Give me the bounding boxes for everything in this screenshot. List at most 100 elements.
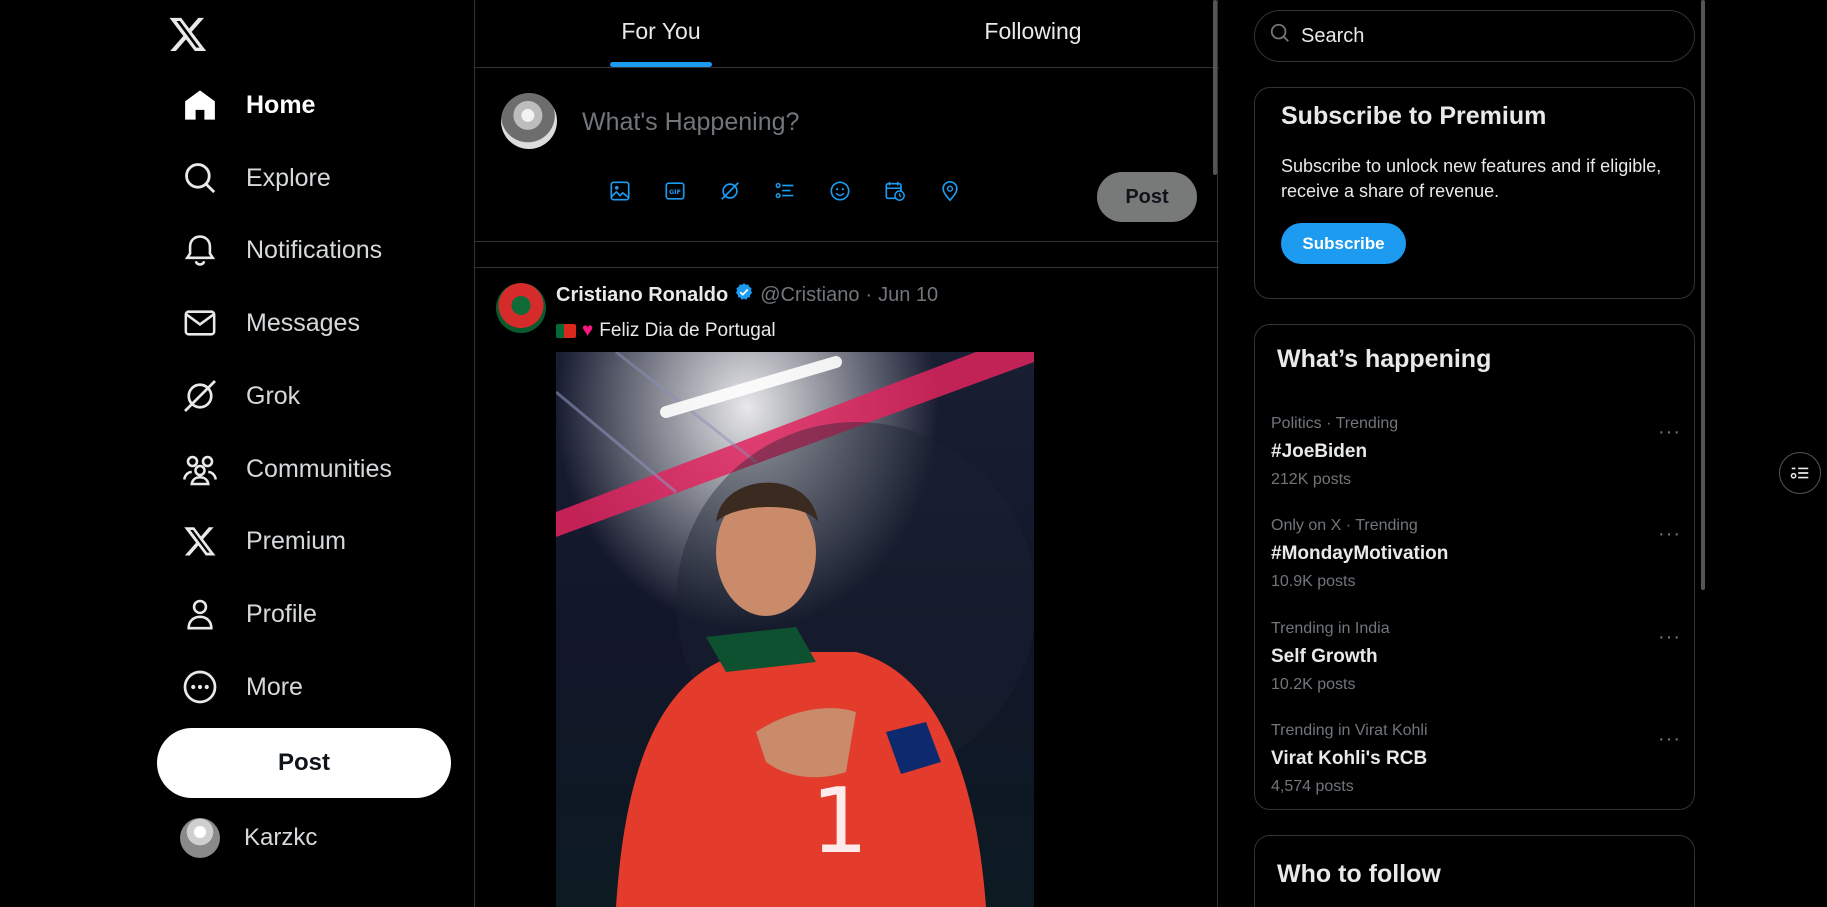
trend-item[interactable]: Only on X · Trending #MondayMotivation 1… bbox=[1271, 517, 1681, 607]
portugal-flag-icon bbox=[556, 324, 576, 338]
trend-count: 212K posts bbox=[1271, 471, 1352, 488]
image-icon[interactable] bbox=[607, 178, 633, 204]
search-placeholder: Search bbox=[1301, 24, 1365, 47]
trend-item[interactable]: Politics · Trending #JoeBiden 212K posts… bbox=[1271, 415, 1681, 505]
who-to-follow-title: Who to follow bbox=[1277, 860, 1441, 888]
nav-premium-label: Premium bbox=[246, 526, 347, 555]
x-logo-icon bbox=[180, 521, 220, 561]
more-options-icon[interactable]: ··· bbox=[1658, 728, 1681, 751]
poll-icon[interactable] bbox=[772, 178, 798, 204]
page-scrollbar[interactable] bbox=[1701, 0, 1705, 590]
trend-count: 4,574 posts bbox=[1271, 778, 1354, 795]
nav-more[interactable]: More bbox=[180, 663, 303, 711]
tweet-author-handle[interactable]: @Cristiano bbox=[760, 284, 859, 307]
tweet-header: Cristiano Ronaldo @Cristiano · Jun 10 bbox=[556, 282, 938, 308]
more-options-icon[interactable]: ··· bbox=[1658, 421, 1681, 444]
tweet-date[interactable]: Jun 10 bbox=[878, 284, 938, 307]
nav-grok[interactable]: Grok bbox=[180, 372, 300, 420]
tweet-body: Feliz Dia de Portugal bbox=[599, 320, 776, 341]
nav-notifications-label: Notifications bbox=[246, 235, 383, 264]
compose-box: What's Happening? GIF Post bbox=[475, 68, 1219, 242]
nav-more-label: More bbox=[246, 672, 303, 701]
nav-messages-label: Messages bbox=[246, 308, 360, 337]
trend-title: Virat Kohli's RCB bbox=[1271, 748, 1428, 769]
nav-home-label: Home bbox=[246, 90, 316, 119]
nav-explore[interactable]: Explore bbox=[180, 154, 331, 202]
trend-meta: Trending in India bbox=[1271, 620, 1390, 637]
bell-icon bbox=[180, 230, 220, 270]
avatar[interactable] bbox=[496, 283, 546, 333]
search-icon bbox=[1269, 22, 1291, 50]
left-nav: Home Explore Notifications Messages Grok bbox=[0, 0, 474, 907]
compose-input[interactable]: What's Happening? bbox=[582, 108, 799, 137]
x-logo-icon[interactable] bbox=[168, 14, 208, 54]
account-switcher[interactable]: Karzkc bbox=[180, 818, 317, 858]
nav-home[interactable]: Home bbox=[180, 81, 315, 129]
subscribe-button[interactable]: Subscribe bbox=[1281, 223, 1406, 264]
tab-for-you[interactable]: For You bbox=[475, 0, 847, 67]
avatar bbox=[180, 818, 220, 858]
tab-for-you-label: For You bbox=[621, 18, 701, 44]
grok-icon bbox=[180, 376, 220, 416]
tweet-author-name[interactable]: Cristiano Ronaldo bbox=[556, 284, 728, 307]
tweet-text: ♥ Feliz Dia de Portugal bbox=[556, 320, 776, 342]
emoji-icon[interactable] bbox=[827, 178, 853, 204]
tweet-image[interactable]: 1 bbox=[556, 352, 1034, 907]
account-name: Karzkc bbox=[244, 824, 318, 851]
nav-communities-label: Communities bbox=[246, 454, 392, 483]
verified-badge-icon bbox=[734, 282, 754, 308]
trend-title: #MondayMotivation bbox=[1271, 543, 1449, 564]
premium-card: Subscribe to Premium Subscribe to unlock… bbox=[1254, 87, 1695, 299]
nav-communities[interactable]: Communities bbox=[180, 445, 392, 493]
tweet-separator: · bbox=[865, 283, 873, 306]
nav-profile[interactable]: Profile bbox=[180, 590, 317, 638]
trend-count: 10.9K posts bbox=[1271, 573, 1356, 590]
mail-icon bbox=[180, 303, 220, 343]
schedule-icon[interactable] bbox=[882, 178, 908, 204]
trend-item[interactable]: Trending in India Self Growth 10.2K post… bbox=[1271, 620, 1681, 710]
right-sidebar: Search Subscribe to Premium Subscribe to… bbox=[1254, 0, 1695, 907]
heart-icon: ♥ bbox=[582, 320, 594, 341]
trend-meta: Politics · Trending bbox=[1271, 415, 1399, 432]
trend-count: 10.2K posts bbox=[1271, 676, 1356, 693]
nav-explore-label: Explore bbox=[246, 163, 331, 192]
timeline-scrollbar[interactable] bbox=[1213, 0, 1217, 175]
home-icon bbox=[180, 85, 220, 125]
timeline-tabs: For You Following bbox=[475, 0, 1219, 68]
trend-meta: Trending in Virat Kohli bbox=[1271, 722, 1428, 739]
person-icon bbox=[180, 594, 220, 634]
whats-happening-title: What’s happening bbox=[1277, 345, 1492, 373]
avatar[interactable] bbox=[501, 93, 557, 149]
tab-following-label: Following bbox=[984, 18, 1082, 44]
tab-following[interactable]: Following bbox=[847, 0, 1219, 67]
grok-icon[interactable] bbox=[717, 178, 743, 204]
search-input[interactable]: Search bbox=[1254, 10, 1695, 62]
nav-notifications[interactable]: Notifications bbox=[180, 226, 382, 274]
post-button[interactable]: Post bbox=[157, 728, 451, 798]
people-icon bbox=[180, 449, 220, 489]
svg-text:1: 1 bbox=[811, 769, 868, 874]
list-settings-icon[interactable] bbox=[1779, 452, 1821, 494]
more-options-icon[interactable]: ··· bbox=[1658, 626, 1681, 649]
gif-icon[interactable]: GIF bbox=[662, 178, 688, 204]
search-icon bbox=[180, 158, 220, 198]
nav-messages[interactable]: Messages bbox=[180, 299, 360, 347]
trend-title: #JoeBiden bbox=[1271, 441, 1368, 462]
trend-item[interactable]: Trending in Virat Kohli Virat Kohli's RC… bbox=[1271, 722, 1681, 812]
premium-title: Subscribe to Premium bbox=[1281, 102, 1547, 130]
timeline: For You Following What's Happening? GIF bbox=[474, 0, 1219, 907]
nav-grok-label: Grok bbox=[246, 381, 301, 410]
who-to-follow-card: Who to follow bbox=[1254, 835, 1695, 907]
compose-toolbar: GIF bbox=[607, 178, 963, 204]
premium-body: Subscribe to unlock new features and if … bbox=[1281, 156, 1662, 201]
nav-premium[interactable]: Premium bbox=[180, 517, 346, 565]
compose-post-button[interactable]: Post bbox=[1097, 172, 1197, 222]
divider bbox=[475, 242, 1219, 268]
more-options-icon[interactable]: ··· bbox=[1658, 523, 1681, 546]
location-icon[interactable] bbox=[937, 178, 963, 204]
whats-happening-card: What’s happening Politics · Trending #Jo… bbox=[1254, 324, 1695, 810]
tweet[interactable]: Cristiano Ronaldo @Cristiano · Jun 10 ♥ … bbox=[475, 268, 1219, 907]
trend-title: Self Growth bbox=[1271, 646, 1378, 667]
more-circle-icon bbox=[180, 667, 220, 707]
nav-profile-label: Profile bbox=[246, 599, 317, 628]
